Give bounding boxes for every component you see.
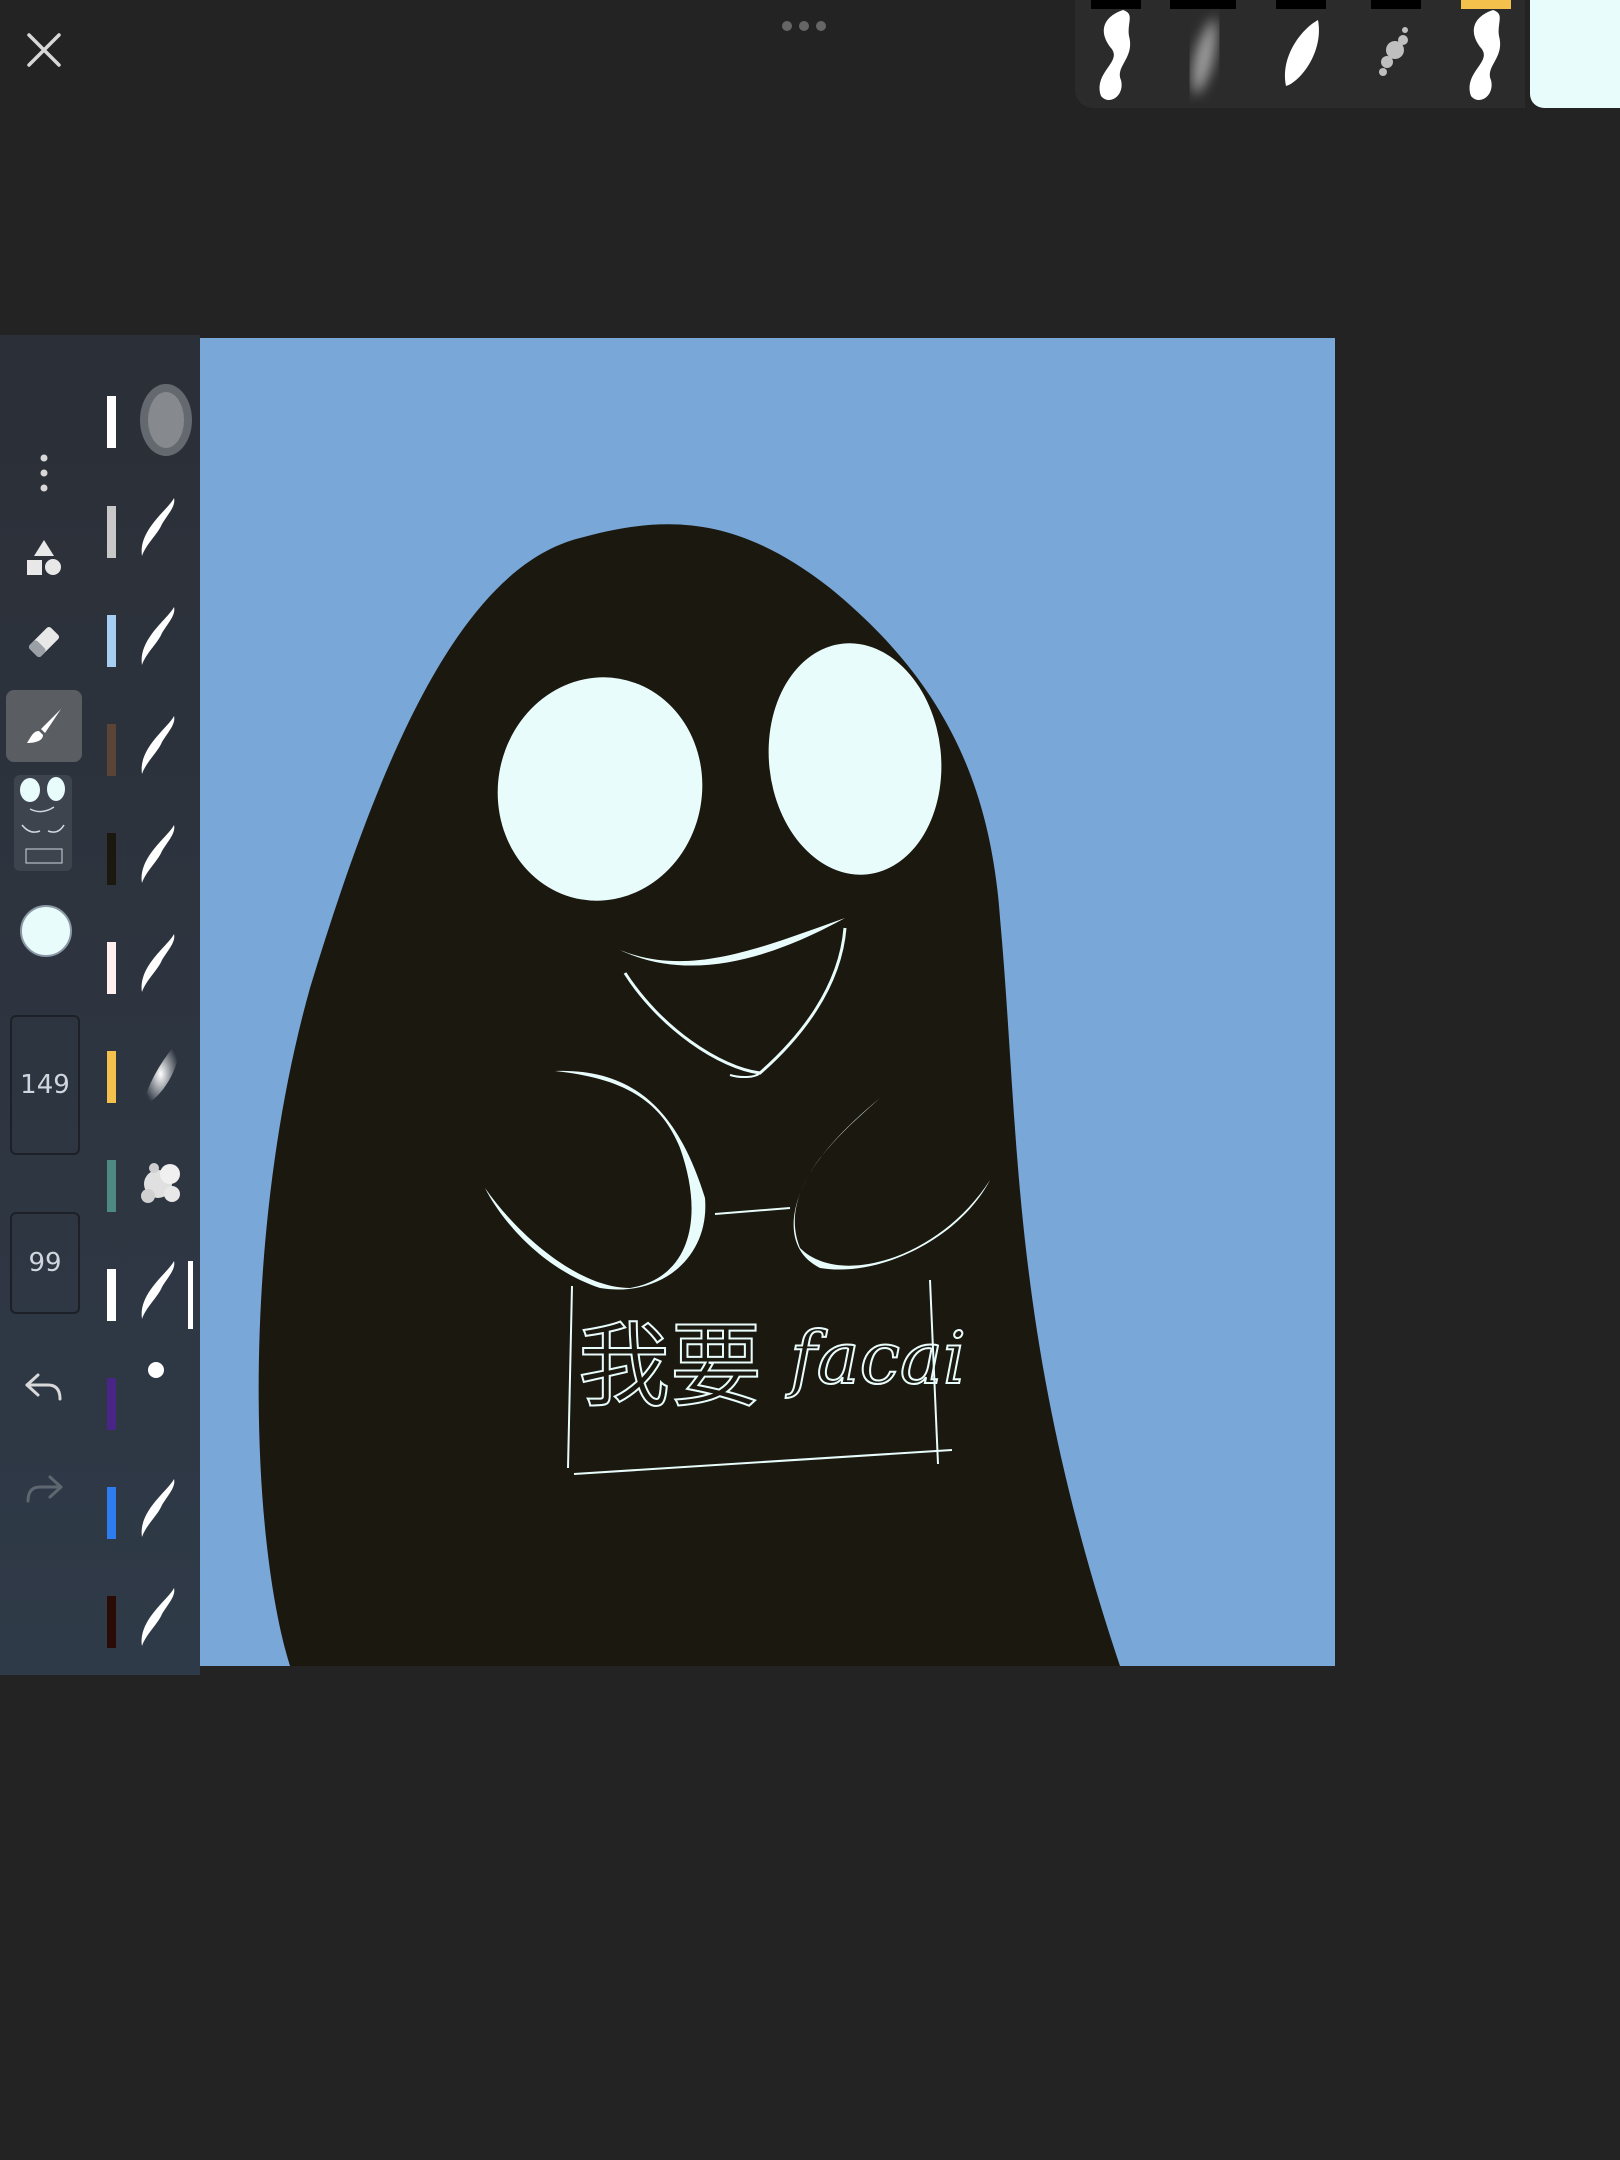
- splatter-brush-icon: [1379, 27, 1408, 76]
- left-toolbar: 149 99: [0, 0, 200, 2160]
- sign-text-latin: facai: [785, 1316, 966, 1400]
- more-horizontal-icon: [782, 21, 826, 31]
- airbrush-icon: [142, 1041, 180, 1107]
- recent-brush-4[interactable]: [1355, 0, 1435, 108]
- pen-brush-icon: [141, 934, 175, 992]
- recent-brush-5-active[interactable]: [1445, 0, 1525, 108]
- brush-slot-pen-lightblue[interactable]: [100, 589, 200, 689]
- brush-slot-pen-brown[interactable]: [100, 698, 200, 798]
- artwork: 我要 facai: [258, 524, 1120, 1666]
- dot-brush-icon: [148, 1362, 164, 1378]
- brush-slot-pen-darkred[interactable]: [100, 1570, 200, 1670]
- layer-thumbnail-button[interactable]: [14, 775, 72, 871]
- splatter-brush-icon: [141, 1163, 180, 1203]
- undo-button[interactable]: [14, 1360, 74, 1416]
- canvas-menu-handle[interactable]: [780, 18, 840, 32]
- brush-slot-texture[interactable]: [100, 370, 200, 470]
- undo-icon: [25, 1373, 62, 1401]
- recent-brush-1[interactable]: [1075, 0, 1155, 108]
- brush-size-value: 149: [20, 1070, 70, 1100]
- pen-brush-icon: [141, 607, 175, 665]
- recent-brush-3[interactable]: [1260, 0, 1340, 108]
- eraser-icon: [28, 626, 60, 658]
- soft-brush-icon: [1192, 16, 1217, 96]
- pen-soft-brush-icon: [1284, 20, 1319, 86]
- selected-indicator: [188, 1261, 193, 1329]
- figure-body: [258, 524, 1120, 1666]
- more-vertical-icon: [40, 454, 48, 491]
- current-color-swatch[interactable]: [1530, 0, 1620, 108]
- recent-brush-2[interactable]: [1165, 0, 1245, 108]
- redo-button[interactable]: [14, 1462, 74, 1518]
- brush-slot-pen-pink[interactable]: [100, 916, 200, 1016]
- brush-size-slider[interactable]: 149: [10, 1015, 80, 1155]
- brush-slot-pen-black[interactable]: [100, 807, 200, 907]
- brush-slot-pen-blue[interactable]: [100, 1461, 200, 1561]
- texture-brush-icon: [140, 384, 192, 456]
- color-picker-button[interactable]: [20, 905, 72, 957]
- sign-text-cn: 我要: [578, 1313, 762, 1420]
- brush-slot-splatter-teal[interactable]: [100, 1134, 200, 1234]
- brush-opacity-value: 99: [28, 1248, 62, 1278]
- close-button[interactable]: [14, 20, 74, 80]
- shapes-tool-button[interactable]: [14, 528, 74, 588]
- recent-brushes-bar: [1075, 0, 1525, 108]
- pen-brush-icon: [1099, 10, 1131, 101]
- close-icon: [27, 33, 61, 67]
- pen-brush-icon: [141, 1479, 175, 1537]
- layer-thumbnail: [14, 775, 72, 871]
- pen-brush-icon: [141, 716, 175, 774]
- pen-brush-icon: [1469, 10, 1501, 101]
- pen-brush-icon: [141, 1588, 175, 1646]
- shapes-icon: [27, 540, 61, 575]
- drawing-canvas[interactable]: 我要 facai: [200, 338, 1335, 1666]
- brush-slot-dot-purple[interactable]: [100, 1352, 200, 1452]
- more-options-button[interactable]: [14, 445, 74, 500]
- brush-slot-pen-white-selected[interactable]: [100, 1243, 200, 1343]
- redo-icon: [26, 1475, 63, 1503]
- brush-tool-button[interactable]: [6, 690, 82, 762]
- eraser-tool-button[interactable]: [14, 612, 74, 672]
- pen-brush-icon: [141, 498, 175, 556]
- brush-icon: [27, 709, 61, 743]
- brush-slot-pen-gray[interactable]: [100, 480, 200, 580]
- brush-slot-airbrush-yellow[interactable]: [100, 1025, 200, 1125]
- brush-opacity-slider[interactable]: 99: [10, 1212, 80, 1314]
- pen-brush-icon: [141, 825, 175, 883]
